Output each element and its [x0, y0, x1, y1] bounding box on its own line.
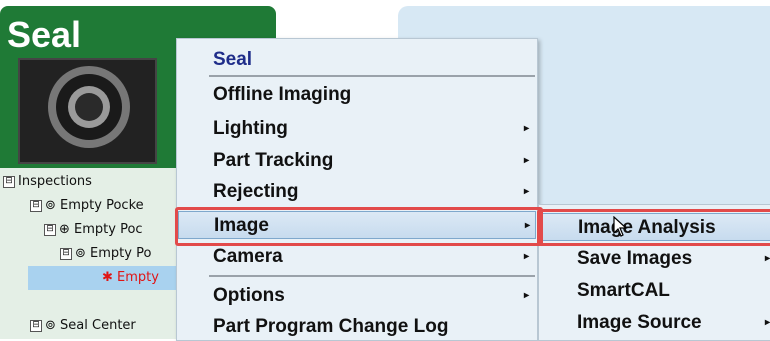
menu-item-label: Lighting [213, 118, 288, 139]
collapse-icon[interactable]: ⊟ [60, 247, 72, 260]
menu-item-offline-imaging[interactable]: Offline Imaging [178, 81, 536, 109]
submenu-arrow-icon: ▸ [524, 123, 530, 134]
submenu-item-smartcal[interactable]: SmartCAL [539, 277, 770, 305]
menu-separator [209, 75, 535, 77]
menu-item-label: Image [214, 215, 269, 236]
collapse-icon[interactable]: ⊟ [3, 175, 15, 188]
submenu-arrow-icon: ▸ [524, 186, 530, 197]
menu-item-label: Camera [213, 246, 283, 267]
submenu-arrow-icon: ▸ [524, 290, 530, 301]
collapse-icon[interactable]: ⊟ [30, 199, 42, 212]
tree-item-seal-center[interactable]: ⊟ ⊚ Seal Center [30, 314, 136, 338]
submenu-item-label: SmartCAL [577, 280, 670, 301]
tree-item-label: Inspections [18, 174, 92, 189]
tree-item-empty-pocket-3[interactable]: ⊟ ⊚ Empty Po [60, 242, 151, 266]
tree-item-empty-pocket-2[interactable]: ⊟ ⊕ Empty Poc [44, 218, 143, 242]
collapse-icon[interactable]: ⊟ [30, 319, 42, 332]
tree-item-label: Empty Poc [74, 222, 143, 237]
menu-item-label: Part Program Change Log [213, 316, 449, 337]
tree-item-label: Empty [117, 270, 159, 285]
menu-item-lighting[interactable]: Lighting ▸ [178, 115, 536, 143]
menu-item-rejecting[interactable]: Rejecting ▸ [178, 178, 536, 206]
tree-item-label: Seal Center [60, 318, 136, 333]
tree-item-inspections[interactable]: ⊟ Inspections [3, 170, 92, 194]
submenu-item-label: Image Source [577, 312, 702, 333]
menu-item-label: Part Tracking [213, 150, 334, 171]
collapse-icon[interactable]: ⊟ [44, 223, 56, 236]
tree-item-label: Empty Po [90, 246, 152, 261]
menu-separator [209, 275, 535, 277]
submenu-item-image-source[interactable]: Image Source ▸ [539, 309, 770, 337]
menu-item-part-tracking[interactable]: Part Tracking ▸ [178, 147, 536, 175]
inspection-icon: ⊚ [45, 198, 56, 213]
submenu-item-image-analysis[interactable]: Image Analysis [539, 213, 770, 241]
add-icon: ⊕ [59, 222, 70, 237]
submenu-arrow-icon: ▸ [524, 251, 530, 262]
tree-item-empty-pocket[interactable]: ⊟ ⊚ Empty Pocke [30, 194, 144, 218]
menu-item-options[interactable]: Options ▸ [178, 282, 536, 310]
menu-item-label: Rejecting [213, 181, 299, 202]
menu-item-label: Options [213, 285, 285, 306]
tree-item-label: Empty Pocke [60, 198, 144, 213]
menu-item-part-program-change-log[interactable]: Part Program Change Log [178, 313, 536, 341]
menu-header: Seal [213, 49, 253, 70]
inspection-icon: ⊚ [75, 246, 86, 261]
submenu-arrow-icon: ▸ [765, 317, 770, 328]
context-menu: Seal Offline Imaging Lighting ▸ Part Tra… [176, 38, 538, 341]
seal-thumbnail-image[interactable] [18, 58, 157, 164]
image-submenu: Image Analysis Save Images ▸ SmartCAL Im… [538, 204, 770, 341]
submenu-item-label: Image Analysis [578, 217, 716, 238]
menu-item-camera[interactable]: Camera ▸ [178, 243, 536, 271]
menu-item-label: Offline Imaging [213, 84, 352, 105]
tree-item-empty-selected[interactable]: ✱ Empty [28, 266, 178, 290]
star-icon: ✱ [102, 270, 113, 285]
mouse-cursor-icon [613, 216, 628, 237]
submenu-item-label: Save Images [577, 248, 693, 269]
inspection-icon: ⊚ [45, 318, 56, 333]
panel-title: Seal [7, 14, 82, 55]
submenu-arrow-icon: ▸ [524, 155, 530, 166]
submenu-arrow-icon: ▸ [525, 220, 531, 231]
submenu-arrow-icon: ▸ [765, 253, 770, 264]
menu-item-image[interactable]: Image ▸ [178, 211, 536, 239]
submenu-item-save-images[interactable]: Save Images ▸ [539, 245, 770, 273]
